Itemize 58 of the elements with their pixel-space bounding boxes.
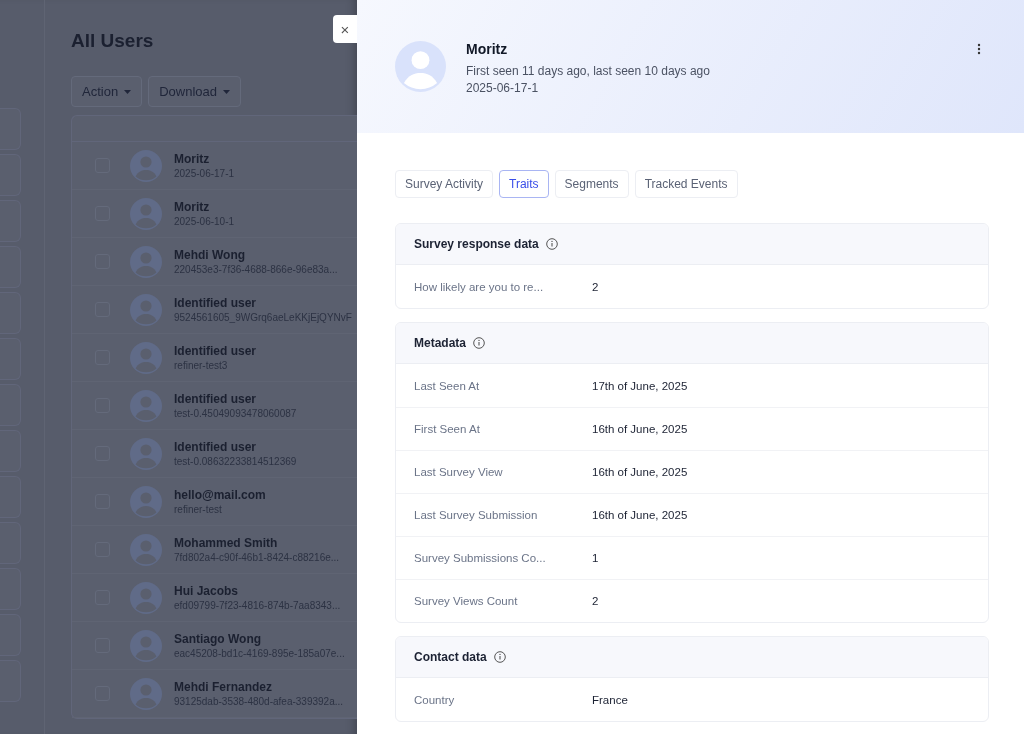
tab[interactable]: Survey Activity: [395, 170, 494, 198]
info-icon: [493, 651, 506, 663]
user-name: Mehdi Fernandez: [174, 680, 273, 694]
caret-icon: [222, 89, 230, 94]
user-name: Moritz: [174, 152, 211, 166]
trait-value: 16th of June, 2025: [592, 509, 688, 521]
user-name: Santiago Wong: [174, 632, 263, 646]
trait-value: 1: [592, 552, 599, 564]
tab[interactable]: Segments: [554, 170, 629, 198]
page-title: All Users: [71, 30, 154, 52]
user-name: Hui Jacobs: [174, 584, 240, 598]
trait-value: 17th of June, 2025: [592, 379, 688, 392]
tab[interactable]: Tracked Events: [634, 170, 738, 198]
trait-label: Last Survey Submission: [414, 509, 539, 521]
profile-id: 2025-06-17-1: [466, 80, 540, 97]
trait-label: Last Survey View: [414, 466, 504, 478]
trait-label: Survey Views Count: [414, 595, 519, 607]
avatar-icon: [130, 437, 162, 470]
trait-label: First Seen At: [414, 423, 481, 435]
trait-label: Country: [414, 693, 456, 706]
avatar-icon: [130, 245, 162, 278]
user-name: Identified user: [174, 440, 257, 454]
trait-label: How likely are you to re...: [414, 280, 545, 293]
caret-icon: [124, 89, 132, 94]
close-button[interactable]: ×: [333, 15, 357, 43]
trait-value: 2: [592, 595, 599, 607]
avatar-icon: [130, 149, 162, 182]
avatar-icon: [130, 341, 162, 374]
avatar-icon: [130, 677, 162, 710]
user-name: Mohammed Smith: [174, 536, 279, 550]
user-name: Identified user: [174, 296, 257, 310]
trait-value: 2: [592, 280, 599, 293]
card-title: Metadata: [414, 336, 466, 350]
user-name: Identified user: [174, 344, 256, 358]
trait-label: Survey Submissions Co...: [414, 552, 547, 564]
card-title: Contact data: [414, 650, 487, 664]
avatar-icon: [130, 389, 162, 422]
avatar-icon: [130, 533, 162, 566]
avatar-icon: [130, 293, 162, 326]
info-icon: [545, 238, 558, 250]
trait-value: 16th of June, 2025: [592, 466, 688, 478]
user-name: Identified user: [174, 392, 257, 406]
user-name: hello@mail.com: [174, 488, 266, 502]
avatar-icon: [130, 581, 162, 614]
avatar-icon: [130, 485, 162, 518]
card-title: Survey response data: [414, 237, 539, 251]
user-name: Mehdi Wong: [174, 248, 247, 262]
trait-label: Last Seen At: [414, 379, 481, 392]
tab[interactable]: Traits: [499, 170, 549, 198]
avatar-icon: [130, 629, 162, 662]
trait-value: 16th of June, 2025: [592, 423, 688, 435]
info-icon: [473, 337, 485, 349]
trait-value: France: [592, 693, 628, 706]
avatar-icon: [395, 41, 446, 92]
avatar-icon: [130, 197, 162, 230]
profile-name: Moritz: [466, 41, 509, 57]
user-name: Moritz: [174, 200, 211, 214]
seen-text: First seen 11 days ago, last seen 10 days ago: [466, 63, 711, 80]
